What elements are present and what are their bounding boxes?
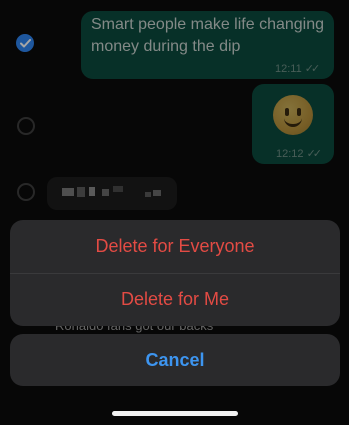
cancel-button[interactable]: Cancel <box>10 334 340 386</box>
delete-action-sheet: Delete for Everyone Delete for Me <box>10 220 340 326</box>
delete-for-me-button[interactable]: Delete for Me <box>10 273 340 326</box>
home-indicator <box>112 411 238 416</box>
delete-message-screen: Smart people make life changing money du… <box>0 0 349 425</box>
delete-for-everyone-button[interactable]: Delete for Everyone <box>10 220 340 273</box>
